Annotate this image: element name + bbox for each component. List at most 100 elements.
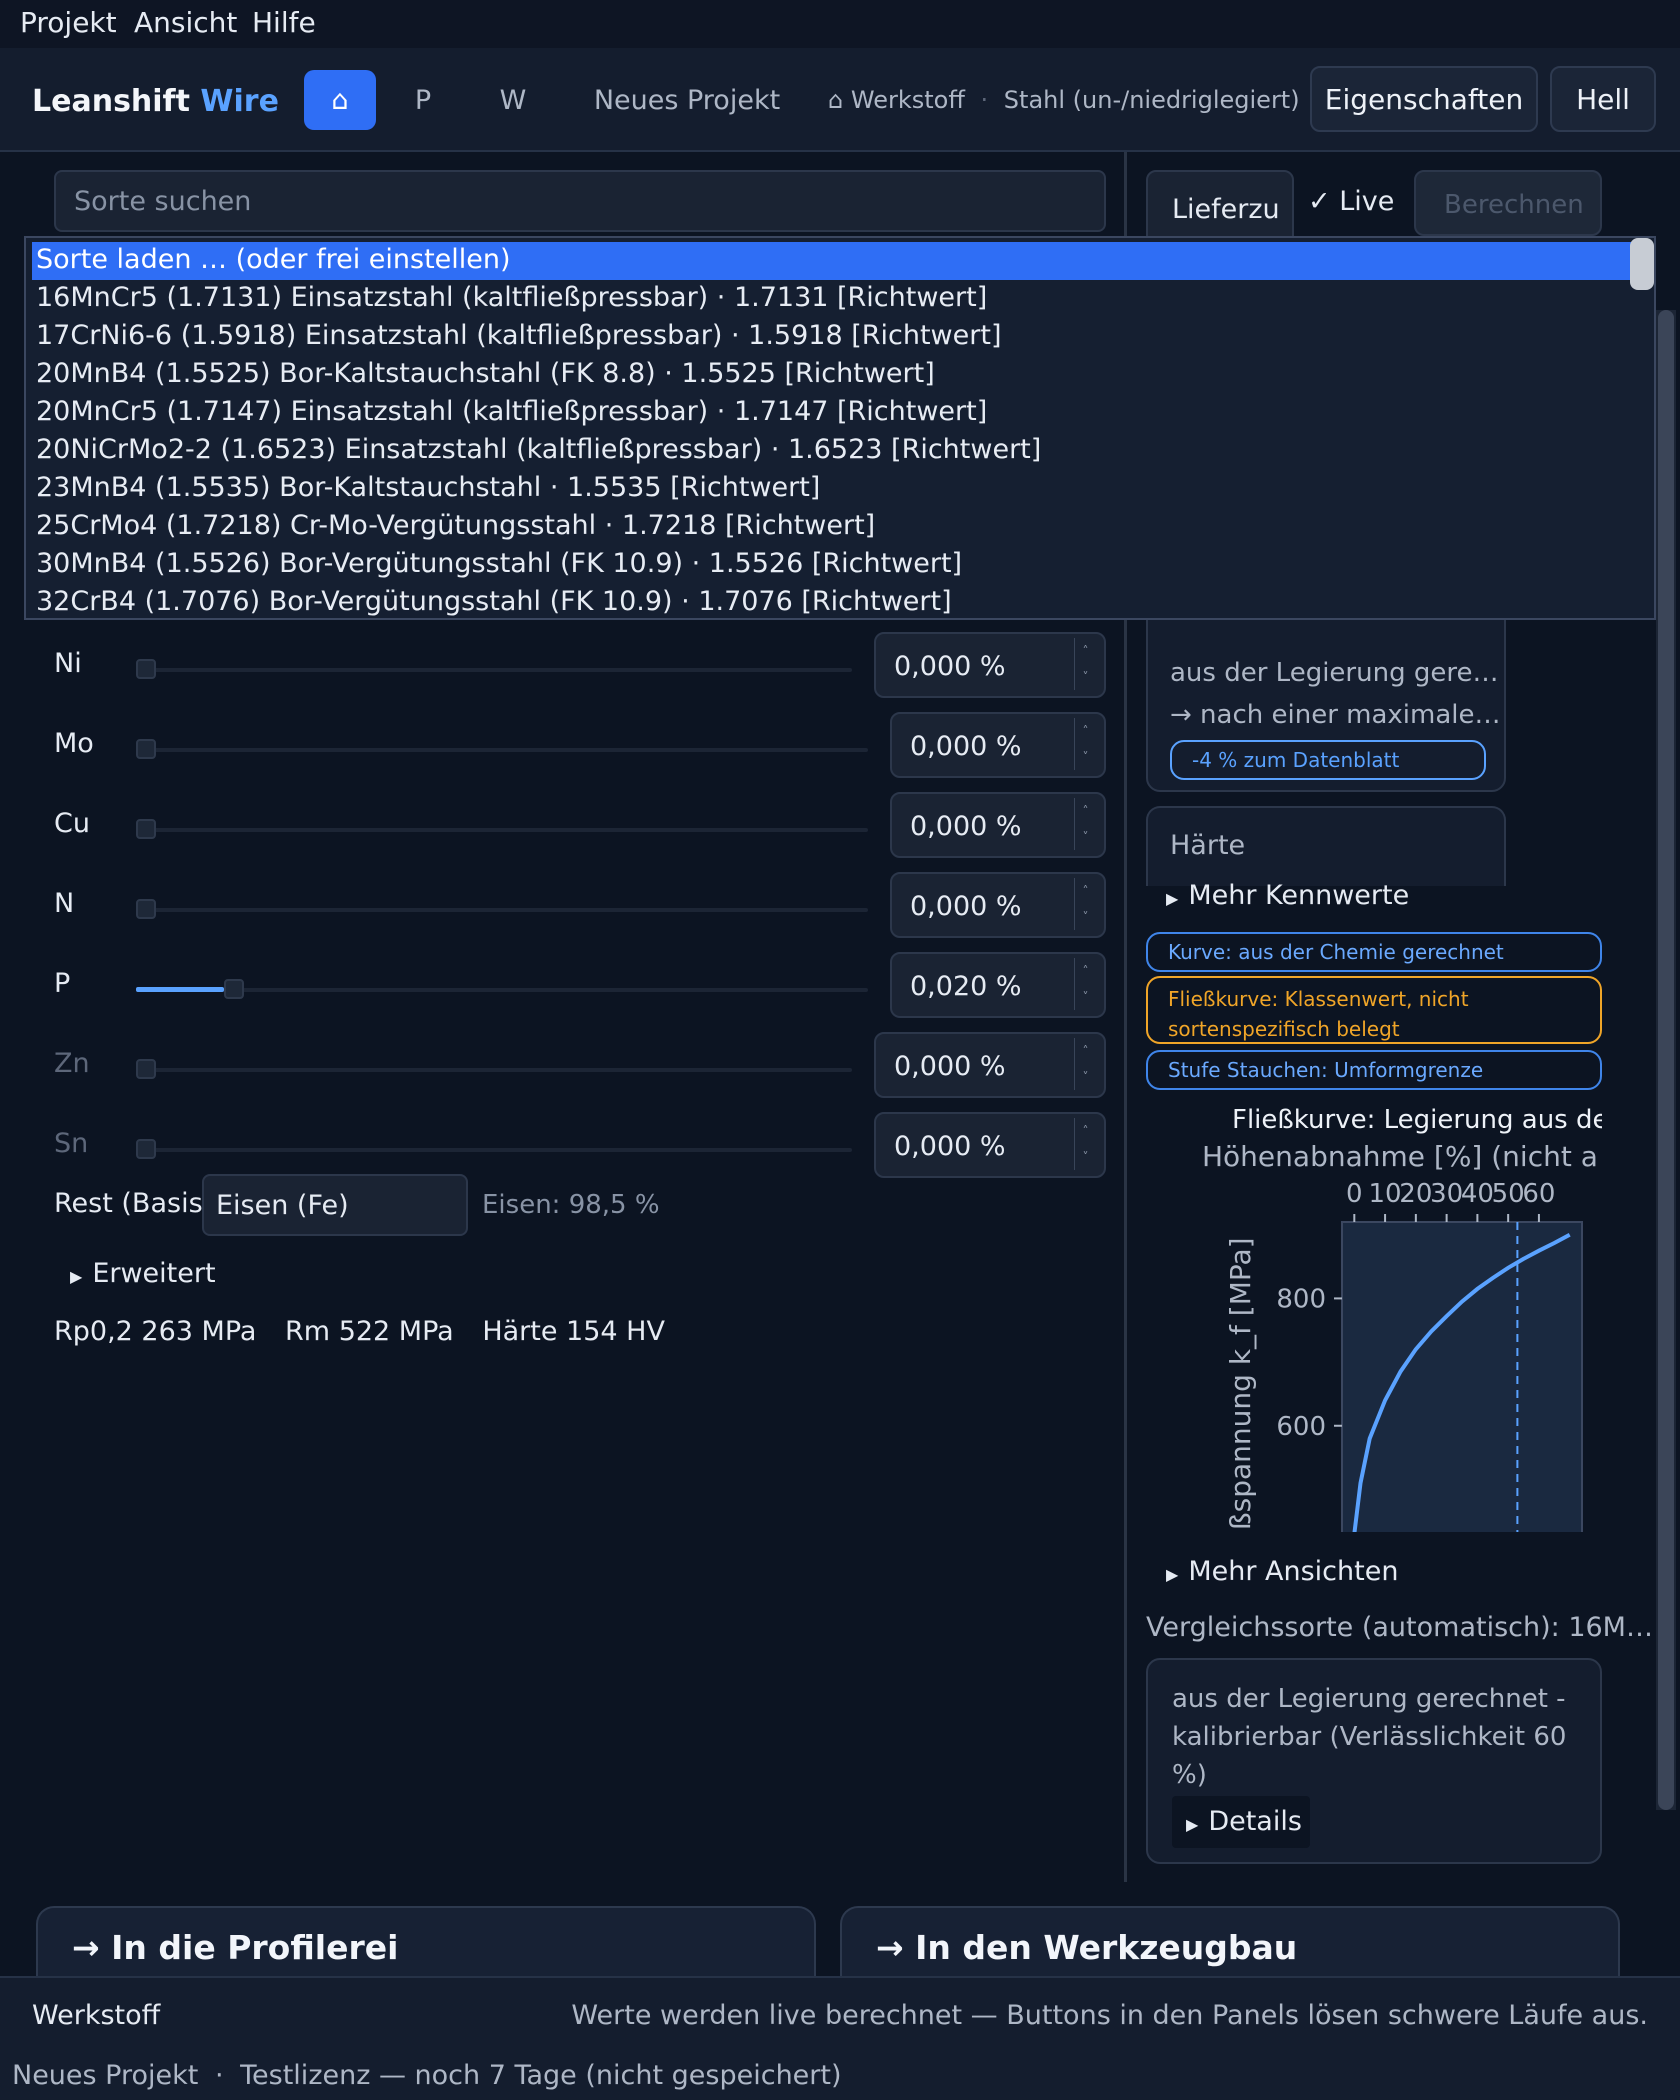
element-label: Zn bbox=[54, 1048, 90, 1079]
element-slider-handle[interactable] bbox=[136, 899, 156, 919]
grade-dropdown-list[interactable]: Sorte laden … (oder frei einstellen) 16Mn… bbox=[24, 236, 1656, 620]
advanced-toggle[interactable]: ▶ Erweitert bbox=[70, 1258, 216, 1289]
menu-projekt[interactable]: Projekt bbox=[20, 6, 117, 39]
stepper-icon[interactable]: ˄ ˅ bbox=[1074, 718, 1096, 772]
details-toggle[interactable]: ▶ Details bbox=[1172, 1796, 1310, 1848]
menu-hilfe[interactable]: Hilfe bbox=[252, 6, 316, 39]
element-label: P bbox=[54, 968, 71, 999]
strength-source: aus der Legierung gere… bbox=[1170, 658, 1499, 688]
chart-y-label: ßspannung k_f [MPa] bbox=[1224, 1237, 1257, 1530]
x-tick-label: 0 bbox=[1346, 1179, 1363, 1209]
live-checkbox[interactable]: ✓ Live bbox=[1308, 186, 1394, 217]
stepper-icon[interactable]: ˄ ˅ bbox=[1074, 878, 1096, 932]
element-label: Mo bbox=[54, 728, 94, 759]
hardness-label: Härte bbox=[1170, 830, 1246, 861]
stepper-icon[interactable]: ˄ ˅ bbox=[1074, 958, 1096, 1012]
dropdown-scrollbar-thumb[interactable] bbox=[1630, 238, 1654, 290]
chart-title: Fließkurve: Legierung aus der bbox=[1232, 1105, 1602, 1135]
element-slider-track[interactable] bbox=[136, 1148, 852, 1152]
reliability-card: aus der Legierung gerechnet - kalibrierb… bbox=[1146, 1658, 1602, 1864]
nav-tools-button[interactable]: W bbox=[480, 70, 546, 130]
chart-x-label: Höhenabnahme [%] (nicht a bbox=[1202, 1140, 1598, 1173]
strength-card: 522 MPa aus der Legierung gere… → nach e… bbox=[1146, 590, 1506, 792]
element-value-input[interactable]: 0,000 % ˄ ˅ bbox=[890, 792, 1106, 858]
grade-search-input[interactable]: Sorte suchen bbox=[54, 170, 1106, 232]
more-values-toggle[interactable]: ▶ Mehr Kennwerte bbox=[1166, 880, 1409, 911]
home-icon: ⌂ bbox=[828, 86, 844, 114]
x-tick-label: 60 bbox=[1522, 1179, 1555, 1209]
summary-rp: Rp0,2 263 MPa bbox=[54, 1316, 257, 1347]
dropdown-option[interactable]: 20NiCrMo2-2 (1.6523) Einsatzstahl (kaltf… bbox=[32, 432, 1045, 470]
status-section: Werkstoff bbox=[32, 2000, 161, 2031]
element-slider-handle[interactable] bbox=[136, 1139, 156, 1159]
dropdown-option[interactable]: 23MnB4 (1.5535) Bor-Kaltstauchstahl · 1.… bbox=[32, 470, 824, 508]
dropdown-option[interactable]: 25CrMo4 (1.7218) Cr-Mo-Vergütungsstahl ·… bbox=[32, 508, 879, 546]
dropdown-option[interactable]: 20MnB4 (1.5525) Bor-Kaltstauchstahl (FK … bbox=[32, 356, 939, 394]
stepper-icon[interactable]: ˄ ˅ bbox=[1074, 1038, 1096, 1092]
flowcurve-class-badge: Fließkurve: Klassenwert, nicht sortenspe… bbox=[1146, 976, 1602, 1044]
status-hint: Werte werden live berechnet — Buttons in… bbox=[571, 2000, 1648, 2031]
dropdown-option[interactable]: 32CrB4 (1.7076) Bor-Vergütungsstahl (FK … bbox=[32, 584, 956, 618]
more-views-toggle[interactable]: ▶ Mehr Ansichten bbox=[1166, 1556, 1398, 1587]
flow-curve-svg: Fließkurve: Legierung aus der Höhenabnah… bbox=[1202, 1105, 1602, 1532]
nav-home-button[interactable]: ⌂ bbox=[304, 70, 376, 130]
y-tick-label: 600 bbox=[1276, 1412, 1326, 1442]
stepper-icon[interactable]: ˄ ˅ bbox=[1074, 798, 1096, 852]
element-value-input[interactable]: 0,000 % ˄ ˅ bbox=[874, 1032, 1106, 1098]
element-value-input[interactable]: 0,000 % ˄ ˅ bbox=[890, 712, 1106, 778]
comparison-grade: Vergleichssorte (automatisch): 16M… bbox=[1146, 1612, 1653, 1643]
element-label: Cu bbox=[54, 808, 90, 839]
dropdown-option[interactable]: 30MnB4 (1.5526) Bor-Vergütungsstahl (FK … bbox=[32, 546, 966, 584]
element-slider-track[interactable] bbox=[136, 748, 868, 752]
dropdown-option[interactable]: 17CrNi6-6 (1.5918) Einsatzstahl (kaltfli… bbox=[32, 318, 1005, 356]
breadcrumb-section[interactable]: Werkstoff bbox=[851, 86, 965, 114]
dropdown-option-placeholder[interactable]: Sorte laden … (oder frei einstellen) bbox=[32, 242, 1634, 280]
base-label: Rest (Basis) bbox=[54, 1188, 214, 1219]
nav-profile-button[interactable]: P bbox=[392, 70, 454, 130]
x-tick-label: 10 bbox=[1369, 1179, 1402, 1209]
menu-ansicht[interactable]: Ansicht bbox=[134, 6, 237, 39]
element-slider-track[interactable] bbox=[136, 668, 852, 672]
theme-toggle-button[interactable]: Hell bbox=[1550, 66, 1656, 132]
dropdown-option[interactable]: 20MnCr5 (1.7147) Einsatzstahl (kaltfließ… bbox=[32, 394, 991, 432]
right-panel-scrollbar[interactable] bbox=[1656, 310, 1676, 1810]
reliability-text: aus der Legierung gerechnet - kalibrierb… bbox=[1172, 1684, 1567, 1790]
summary-rm: Rm 522 MPa bbox=[285, 1316, 454, 1347]
element-slider-handle[interactable] bbox=[136, 819, 156, 839]
stepper-icon[interactable]: ˄ ˅ bbox=[1074, 638, 1096, 692]
element-slider-track[interactable] bbox=[136, 828, 868, 832]
nav-project-button[interactable]: Neues Projekt bbox=[590, 70, 784, 130]
x-tick-label: 30 bbox=[1430, 1179, 1463, 1209]
breadcrumb-current: Stahl (un-/niedriglegiert) bbox=[1003, 86, 1300, 114]
element-value-input[interactable]: 0,020 % ˄ ˅ bbox=[890, 952, 1106, 1018]
y-tick-label: 800 bbox=[1276, 1284, 1326, 1314]
breadcrumb: ⌂ Werkstoff · Stahl (un-/niedriglegiert) bbox=[828, 86, 1300, 114]
x-tick-label: 20 bbox=[1399, 1179, 1432, 1209]
app-brand: Leanshift Wire bbox=[32, 84, 279, 119]
base-select[interactable]: Eisen (Fe) bbox=[202, 1174, 468, 1236]
compute-button[interactable]: Berechnen bbox=[1414, 170, 1602, 236]
menu-bar: Projekt Ansicht Hilfe bbox=[0, 0, 1680, 48]
stepper-icon[interactable]: ˄ ˅ bbox=[1074, 1118, 1096, 1172]
element-slider-handle[interactable] bbox=[224, 979, 244, 999]
properties-button[interactable]: Eigenschaften bbox=[1310, 66, 1538, 132]
element-slider-handle[interactable] bbox=[136, 739, 156, 759]
element-slider-handle[interactable] bbox=[136, 659, 156, 679]
element-value-input[interactable]: 0,000 % ˄ ˅ bbox=[874, 632, 1106, 698]
curve-source-badge: Kurve: aus der Chemie gerechnet bbox=[1146, 932, 1602, 972]
home-icon: ⌂ bbox=[331, 84, 349, 116]
hardness-card: Härte bbox=[1146, 806, 1506, 886]
status-project-line: Neues Projekt · Testlizenz — noch 7 Tage… bbox=[12, 2060, 842, 2091]
element-value-input[interactable]: 0,000 % ˄ ˅ bbox=[890, 872, 1106, 938]
element-slider-handle[interactable] bbox=[136, 1059, 156, 1079]
element-slider-track[interactable] bbox=[136, 1068, 852, 1072]
element-slider-track[interactable] bbox=[136, 908, 868, 912]
strength-note: → nach einer maximale… bbox=[1170, 700, 1501, 730]
element-slider-fill bbox=[136, 987, 224, 992]
element-slider-track[interactable] bbox=[136, 988, 868, 992]
x-tick-label: 50 bbox=[1492, 1179, 1525, 1209]
element-label: Ni bbox=[54, 648, 82, 679]
dropdown-option[interactable]: 16MnCr5 (1.7131) Einsatzstahl (kaltfließ… bbox=[32, 280, 991, 318]
delivery-state-select[interactable]: Lieferzu bbox=[1146, 170, 1294, 242]
element-value-input[interactable]: 0,000 % ˄ ˅ bbox=[874, 1112, 1106, 1178]
